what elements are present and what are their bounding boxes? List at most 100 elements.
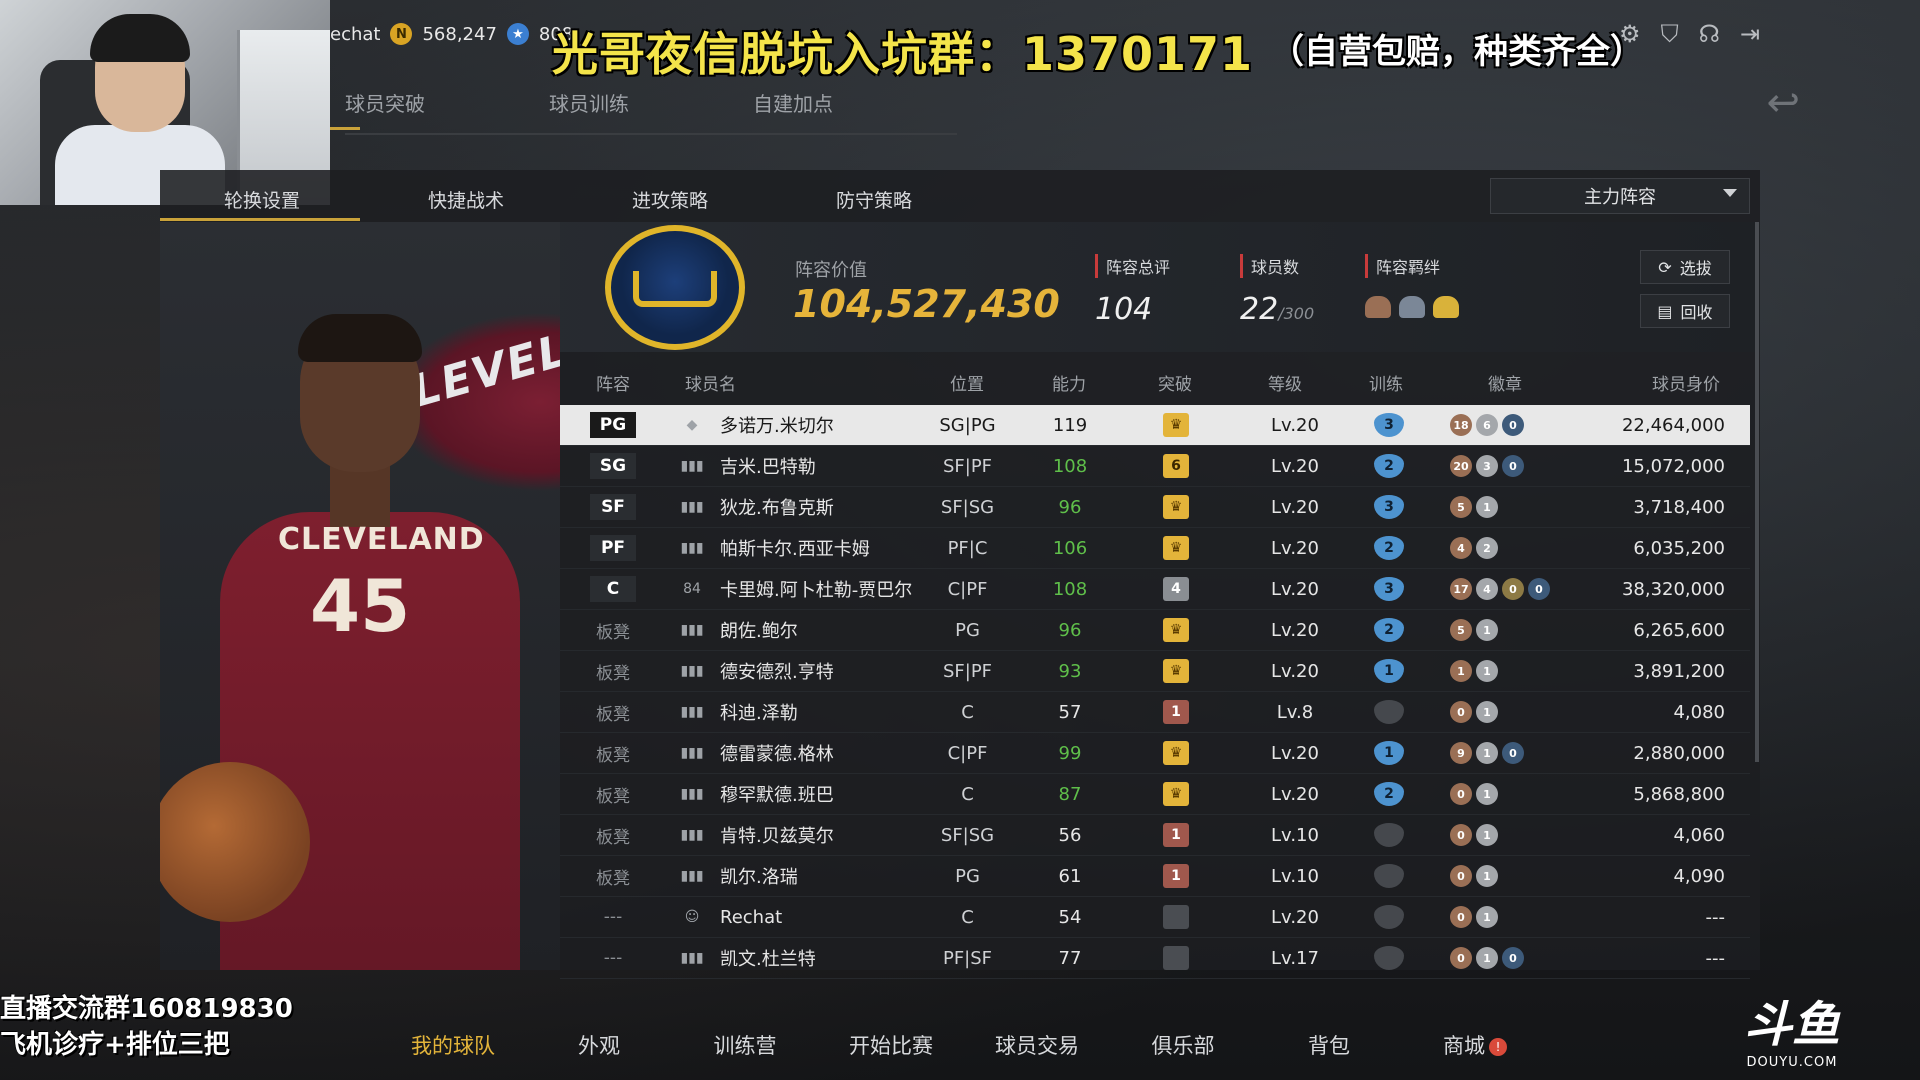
player-name[interactable]: 凯尔.洛瑞	[720, 856, 798, 896]
player-name[interactable]: 德雷蒙德.格林	[720, 733, 834, 773]
lineup-slot[interactable]: SG	[590, 453, 636, 479]
bond-bronze-icon[interactable]	[1365, 296, 1391, 318]
col-ability[interactable]: 能力	[1052, 370, 1086, 395]
player-name[interactable]: 肯特.贝兹莫尔	[720, 815, 834, 855]
player-name[interactable]: 德安德烈.亨特	[720, 651, 834, 691]
lineup-slot[interactable]: 板凳	[590, 658, 636, 684]
player-ability: 106	[1052, 537, 1088, 559]
table-row[interactable]: SG ▮▮▮ 吉米.巴特勒 SF|PF 108 6 Lv.20 2 20 3 0 15,072,000	[560, 446, 1750, 487]
table-row[interactable]: PG ◆ 多诺万.米切尔 SG|PG 119 ♛ Lv.20 3 18 6 0 22,464,000	[560, 405, 1750, 446]
player-price: 4,060	[1673, 824, 1725, 846]
badge-count: 0	[1450, 824, 1472, 846]
col-level[interactable]: 等级	[1268, 370, 1302, 395]
select-button[interactable]: ⟳ 选拔	[1640, 250, 1730, 284]
nav-start-game[interactable]: 开始比赛	[818, 1030, 964, 1060]
player-price: 22,464,000	[1621, 414, 1725, 436]
badge-count: 0	[1450, 906, 1472, 928]
nav-appearance[interactable]: 外观	[526, 1030, 672, 1060]
exit-icon[interactable]: ⇥	[1740, 20, 1760, 48]
col-lineup[interactable]: 阵容	[596, 370, 630, 395]
tab-offense-strategy[interactable]: 进攻策略	[568, 186, 772, 213]
tab-quick-tactics[interactable]: 快捷战术	[364, 186, 568, 213]
badge-count: 1	[1476, 824, 1498, 846]
nav-my-team[interactable]: 我的球队	[380, 1030, 526, 1060]
recycle-button[interactable]: ▤ 回收	[1640, 294, 1730, 328]
lineup-slot[interactable]: SF	[590, 494, 636, 520]
table-row[interactable]: 板凳 ▮▮▮ 肯特.贝兹莫尔 SF|SG 56 1 Lv.10 0 1 4,060	[560, 815, 1750, 856]
table-row[interactable]: --- ☺ Rechat C 54 Lv.20 0 1 ---	[560, 897, 1750, 938]
col-badges[interactable]: 徽章	[1488, 370, 1522, 395]
nav-shop[interactable]: 商城!	[1402, 1030, 1548, 1060]
table-row[interactable]: SF ▮▮▮ 狄龙.布鲁克斯 SF|SG 96 ♛ Lv.20 3 5 1 3,718,400	[560, 487, 1750, 528]
player-price: 4,080	[1673, 701, 1725, 723]
table-row[interactable]: 板凳 ▮▮▮ 凯尔.洛瑞 PG 61 1 Lv.10 0 1 4,090	[560, 856, 1750, 897]
table-row[interactable]: 板凳 ▮▮▮ 穆罕默德.班巴 C 87 ♛ Lv.20 2 0 1 5,868,800	[560, 774, 1750, 815]
douyu-url: DOUYU.COM	[1746, 1055, 1838, 1070]
roster-scrollbar[interactable]	[1755, 222, 1759, 762]
player-name[interactable]: 科迪.泽勒	[720, 692, 798, 732]
shield-icon[interactable]: ⛉	[1661, 20, 1679, 48]
col-position[interactable]: 位置	[950, 370, 984, 395]
lineup-dropdown[interactable]: 主力阵容	[1490, 178, 1750, 214]
player-level: Lv.17	[1271, 947, 1319, 969]
player-level: Lv.20	[1271, 537, 1319, 559]
tab-custom-points[interactable]: 自建加点	[753, 88, 957, 135]
bond-silver-icon[interactable]	[1399, 296, 1425, 318]
player-name[interactable]: 穆罕默德.班巴	[720, 774, 834, 814]
back-arrow-icon[interactable]: ↩	[1766, 80, 1800, 126]
settings-gear-icon[interactable]: ⚙	[1619, 20, 1641, 48]
table-row[interactable]: 板凳 ▮▮▮ 科迪.泽勒 C 57 1 Lv.8 0 1 4,080	[560, 692, 1750, 733]
bond-gold-icon[interactable]	[1433, 296, 1459, 318]
table-row[interactable]: 板凳 ▮▮▮ 德安德烈.亨特 SF|PF 93 ♛ Lv.20 1 1 1 3,891,200	[560, 651, 1750, 692]
player-name[interactable]: 卡里姆.阿卜杜勒-贾巴尔	[720, 569, 912, 609]
player-count-max: /300	[1278, 304, 1315, 323]
tab-player-training[interactable]: 球员训练	[549, 88, 753, 135]
col-breakthrough[interactable]: 突破	[1158, 370, 1192, 395]
player-name[interactable]: 吉米.巴特勒	[720, 446, 816, 486]
lineup-slot[interactable]: 板凳	[590, 781, 636, 807]
player-name[interactable]: 朗佐.鲍尔	[720, 610, 798, 650]
breakthrough-badge	[1163, 905, 1189, 929]
lineup-slot[interactable]: ---	[590, 904, 636, 930]
col-training[interactable]: 训练	[1369, 370, 1403, 395]
nav-training-camp[interactable]: 训练营	[672, 1030, 818, 1060]
lineup-slot[interactable]: 板凳	[590, 822, 636, 848]
tab-player-breakthrough[interactable]: 球员突破	[345, 88, 549, 135]
table-row[interactable]: 板凳 ▮▮▮ 德雷蒙德.格林 C|PF 99 ♛ Lv.20 1 9 1 0 2,880,000	[560, 733, 1750, 774]
player-level: Lv.20	[1271, 660, 1319, 682]
signal-icon: 84	[683, 581, 701, 597]
col-name[interactable]: 球员名	[685, 370, 736, 395]
lineup-slot[interactable]: 板凳	[590, 617, 636, 643]
player-name[interactable]: 狄龙.布鲁克斯	[720, 487, 834, 527]
table-row[interactable]: C 84 卡里姆.阿卜杜勒-贾巴尔 C|PF 108 4 Lv.20 3 17 4 0 0 38,320…	[560, 569, 1750, 610]
tab-rotation-settings[interactable]: 轮换设置	[160, 186, 364, 213]
player-name[interactable]: Rechat	[720, 897, 782, 937]
table-row[interactable]: PF ▮▮▮ 帕斯卡尔.西亚卡姆 PF|C 106 ♛ Lv.20 2 4 2 6,035,200	[560, 528, 1750, 569]
signal-icon: ▮▮▮	[680, 704, 704, 720]
star-currency-icon: ★	[506, 23, 529, 45]
lineup-slot[interactable]: 板凳	[590, 863, 636, 889]
lineup-slot[interactable]: PF	[590, 535, 636, 561]
nav-player-trade[interactable]: 球员交易	[964, 1030, 1110, 1060]
player-ability: 108	[1052, 455, 1088, 477]
table-row[interactable]: --- ▮▮▮ 凯文.杜兰特 PF|SF 77 Lv.17 0 1 0 ---	[560, 938, 1750, 979]
headset-icon[interactable]: ☊	[1699, 20, 1720, 48]
badge-group: 910	[1450, 733, 1524, 773]
player-name[interactable]: 凯文.杜兰特	[720, 938, 816, 978]
nav-backpack[interactable]: 背包	[1256, 1030, 1402, 1060]
col-price[interactable]: 球员身价	[1652, 370, 1720, 395]
player-name[interactable]: 帕斯卡尔.西亚卡姆	[720, 528, 870, 568]
tab-defense-strategy[interactable]: 防守策略	[772, 186, 976, 213]
webcam-streamer-hair	[90, 14, 190, 62]
nav-club[interactable]: 俱乐部	[1110, 1030, 1256, 1060]
lineup-slot[interactable]: C	[590, 576, 636, 602]
lineup-slot[interactable]: PG	[590, 412, 636, 438]
gold-coin-icon: N	[390, 23, 413, 45]
player-position: SG|PG	[939, 414, 996, 436]
signal-icon: ▮▮▮	[680, 827, 704, 843]
lineup-slot[interactable]: 板凳	[590, 740, 636, 766]
table-row[interactable]: 板凳 ▮▮▮ 朗佐.鲍尔 PG 96 ♛ Lv.20 2 5 1 6,265,600	[560, 610, 1750, 651]
lineup-slot[interactable]: 板凳	[590, 699, 636, 725]
player-name[interactable]: 多诺万.米切尔	[720, 405, 834, 445]
lineup-slot[interactable]: ---	[590, 945, 636, 971]
